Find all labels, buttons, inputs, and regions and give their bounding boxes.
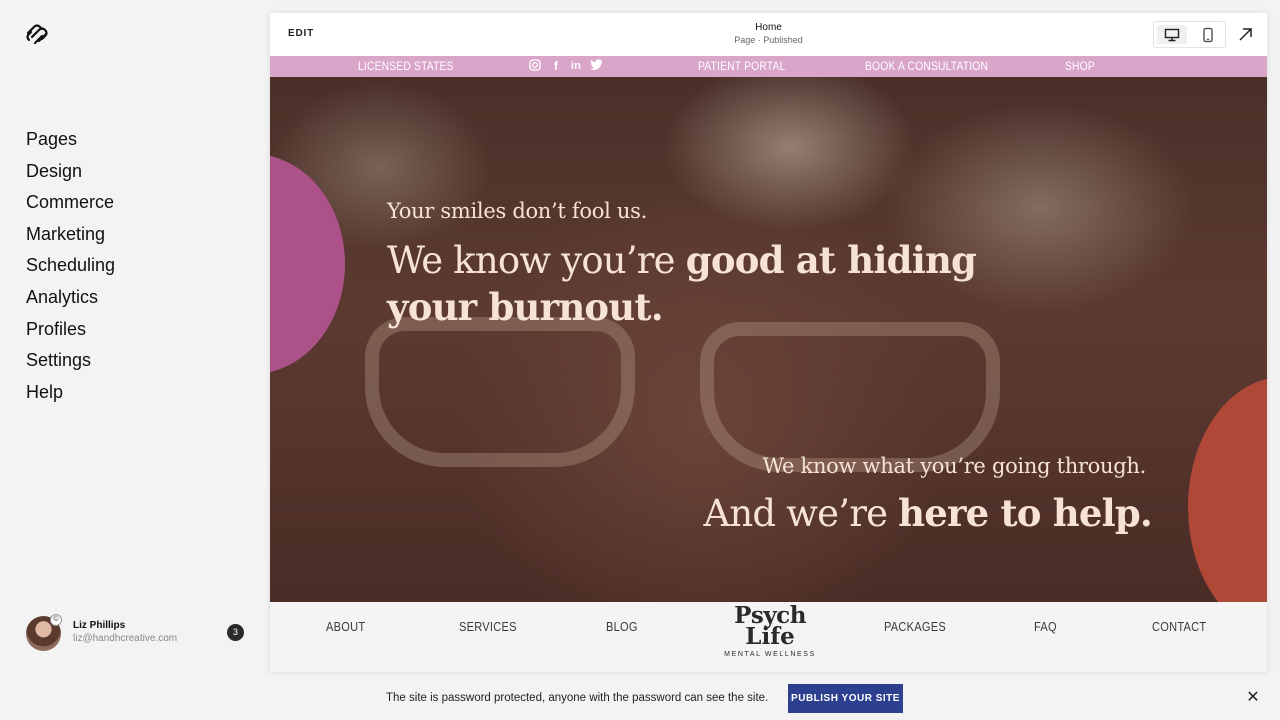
hero-headline-normal: We know you’re (387, 239, 686, 282)
hero-photo-detail (365, 317, 635, 467)
banner-message: The site is password protected, anyone w… (386, 692, 769, 704)
account-menu[interactable]: © Liz Phillips liz@handhcreative.com 3 (26, 614, 246, 652)
hero-intro: Your smiles don’t fool us. (387, 199, 647, 223)
mobile-view-button[interactable] (1193, 25, 1223, 44)
nav-item-analytics[interactable]: Analytics (26, 282, 115, 314)
pink-circle-shape (270, 154, 345, 374)
site-nav-packages[interactable]: PACKAGES (884, 619, 946, 634)
user-email: liz@handhcreative.com (73, 633, 178, 644)
site-preview: EDIT Home Page · Published LICENSED STAT… (270, 13, 1267, 672)
mobile-icon (1203, 27, 1213, 42)
hero-section: Your smiles don’t fool us. We know you’r… (270, 77, 1267, 602)
nav-item-settings[interactable]: Settings (26, 345, 115, 377)
hero-subheadline-normal: And we’re (703, 492, 899, 535)
link-book-consultation[interactable]: BOOK A CONSULTATION (865, 59, 988, 73)
notification-count[interactable]: 3 (227, 624, 244, 641)
site-nav-about[interactable]: ABOUT (326, 619, 365, 634)
hero-headline: We know you’re good at hiding your burno… (387, 237, 1027, 331)
main-nav: Pages Design Commerce Marketing Scheduli… (26, 124, 115, 408)
nav-item-help[interactable]: Help (26, 377, 115, 409)
site-logo-tagline: MENTAL WELLNESS (724, 651, 816, 658)
red-circle-shape (1188, 377, 1267, 602)
link-licensed-states[interactable]: LICENSED STATES (358, 59, 454, 73)
link-shop[interactable]: SHOP (1065, 59, 1095, 73)
nav-item-design[interactable]: Design (26, 156, 115, 188)
facebook-icon[interactable]: f (549, 59, 563, 73)
hero-subheadline-bold: here to help. (898, 491, 1153, 535)
nav-item-profiles[interactable]: Profiles (26, 314, 115, 346)
close-icon[interactable]: ✕ (1245, 690, 1261, 706)
site-navigation: ABOUT SERVICES BLOG Psych Life MENTAL WE… (270, 602, 1267, 672)
instagram-icon[interactable] (528, 59, 542, 73)
hero-photo-detail (700, 322, 1000, 472)
device-toggle (1153, 21, 1226, 48)
squarespace-logo-icon[interactable] (25, 24, 49, 46)
twitter-icon[interactable] (589, 59, 603, 73)
page-title: Home (755, 22, 782, 33)
hero-subheadline: And we’re here to help. (703, 491, 1152, 535)
site-nav-blog[interactable]: BLOG (606, 619, 638, 634)
user-name: Liz Phillips (73, 620, 126, 631)
nav-item-scheduling[interactable]: Scheduling (26, 250, 115, 282)
linkedin-icon[interactable]: in (569, 59, 583, 73)
site-nav-contact[interactable]: CONTACT (1152, 619, 1206, 634)
announcement-bar: LICENSED STATES f in PATIENT PORTAL BOOK… (270, 56, 1267, 77)
desktop-view-button[interactable] (1157, 25, 1187, 44)
hero-subintro: We know what you’re going through. (762, 454, 1146, 478)
password-banner: The site is password protected, anyone w… (0, 680, 1280, 720)
nav-item-marketing[interactable]: Marketing (26, 219, 115, 251)
nav-item-commerce[interactable]: Commerce (26, 187, 115, 219)
link-patient-portal[interactable]: PATIENT PORTAL (698, 59, 785, 73)
publish-site-button[interactable]: PUBLISH YOUR SITE (788, 684, 903, 713)
site-logo-line2: Life (745, 623, 795, 650)
open-external-icon[interactable] (1238, 27, 1253, 42)
editor-toolbar: EDIT Home Page · Published (270, 13, 1267, 56)
desktop-icon (1164, 28, 1180, 41)
site-nav-faq[interactable]: FAQ (1034, 619, 1057, 634)
sidebar: Pages Design Commerce Marketing Scheduli… (0, 0, 270, 720)
account-badge-icon: © (50, 614, 62, 626)
site-logo[interactable]: Psych Life MENTAL WELLNESS (720, 604, 820, 658)
site-nav-services[interactable]: SERVICES (459, 619, 517, 634)
page-status: Page · Published (734, 35, 803, 45)
nav-item-pages[interactable]: Pages (26, 124, 115, 156)
